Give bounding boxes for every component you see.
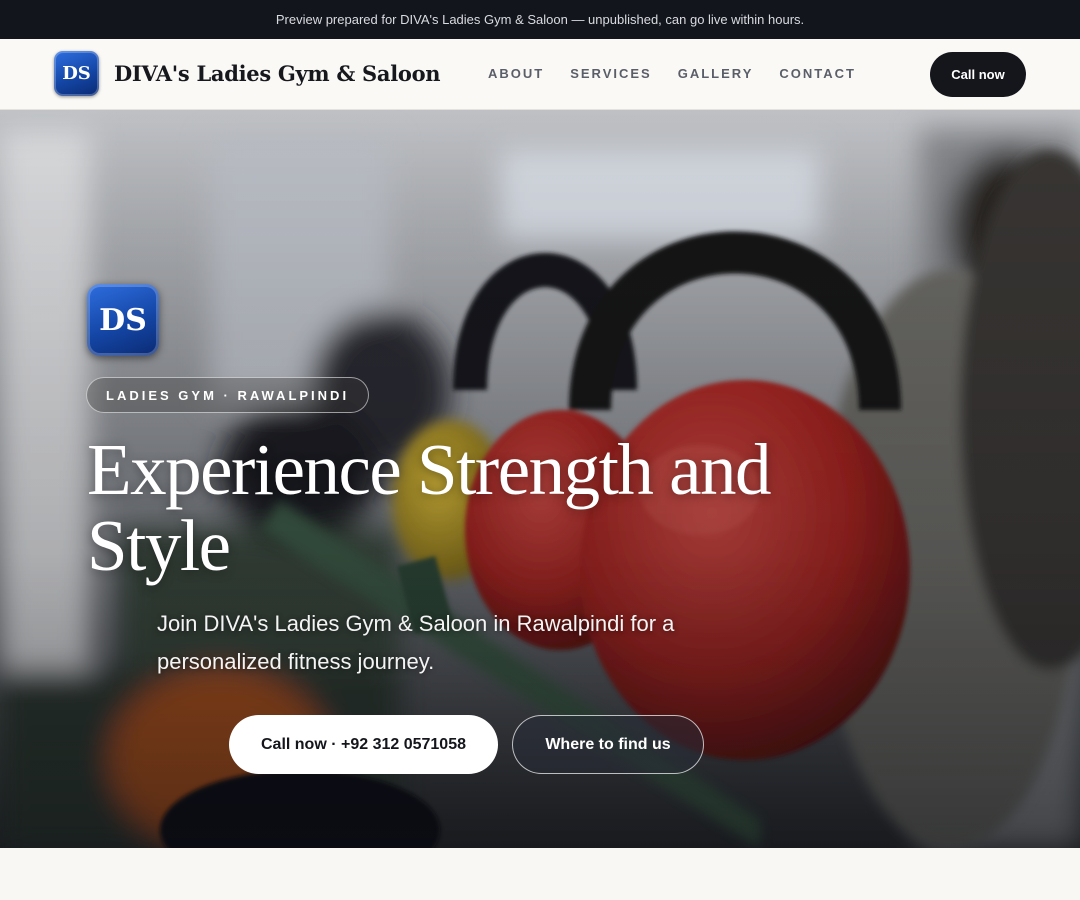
hero-title: Experience Strength and Style <box>87 429 772 586</box>
site-header: DS DIVA's Ladies Gym & Saloon ABOUT SERV… <box>0 39 1080 110</box>
next-section <box>0 848 1080 900</box>
hero-content: DS LADIES GYM · RAWALPINDI Experience St… <box>0 110 1080 848</box>
brand-name[interactable]: DIVA's Ladies Gym & Saloon <box>114 61 441 86</box>
nav-contact[interactable]: CONTACT <box>779 66 856 81</box>
nav-services[interactable]: SERVICES <box>570 66 652 81</box>
preview-banner: Preview prepared for DIVA's Ladies Gym &… <box>0 0 1080 39</box>
brand-logo[interactable]: DS <box>54 51 99 96</box>
brand[interactable]: DS DIVA's Ladies Gym & Saloon <box>54 51 441 96</box>
nav-gallery[interactable]: GALLERY <box>678 66 754 81</box>
hero-call-button[interactable]: Call now · +92 312 0571058 <box>229 715 498 774</box>
hero-section: DS LADIES GYM · RAWALPINDI Experience St… <box>0 110 1080 848</box>
hero-subtitle: Join DIVA's Ladies Gym & Saloon in Rawal… <box>157 611 675 674</box>
hero-logo: DS <box>87 284 159 356</box>
header-call-button[interactable]: Call now <box>930 52 1026 97</box>
nav-about[interactable]: ABOUT <box>488 66 544 81</box>
hero-tag-badge: LADIES GYM · RAWALPINDI <box>86 377 370 413</box>
preview-banner-text: Preview prepared for DIVA's Ladies Gym &… <box>275 12 805 27</box>
hero-location-button[interactable]: Where to find us <box>512 715 704 774</box>
main-nav: ABOUT SERVICES GALLERY CONTACT <box>488 66 882 81</box>
